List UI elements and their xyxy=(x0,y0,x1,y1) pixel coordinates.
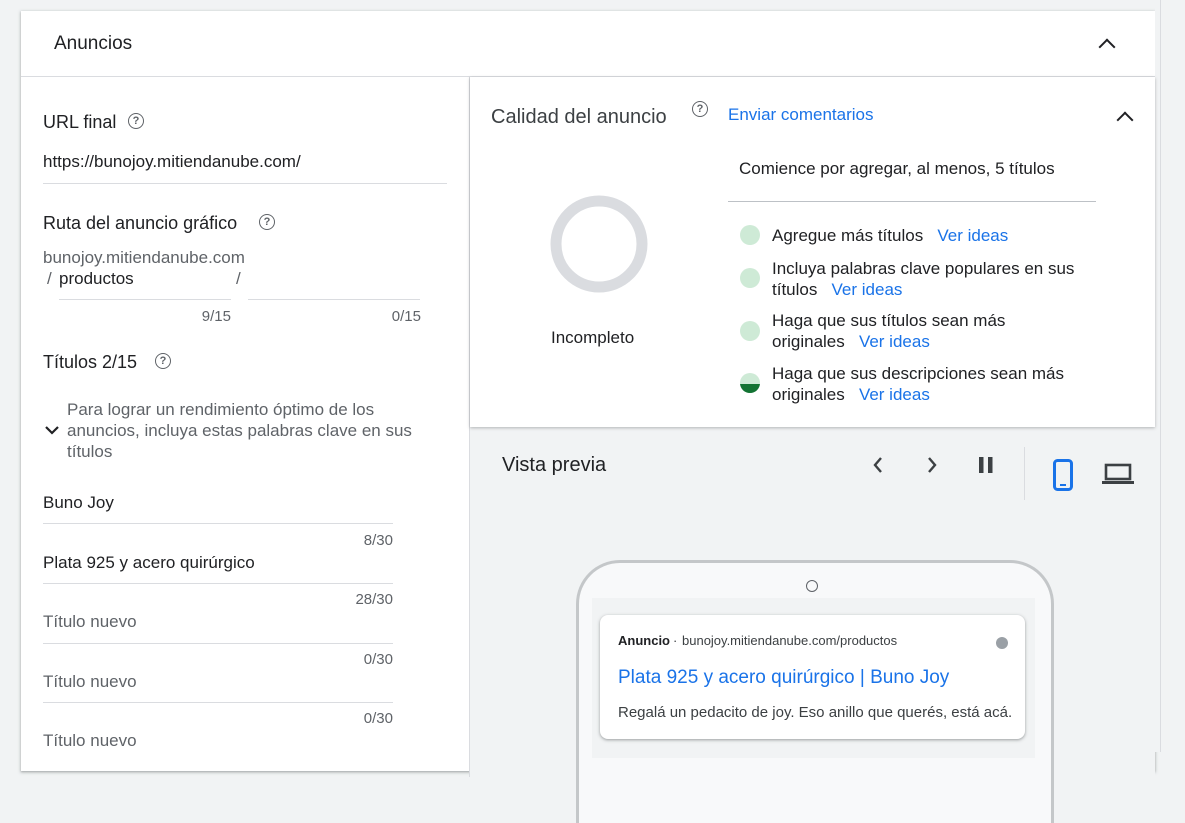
headline-input[interactable]: Título nuevo xyxy=(43,612,137,632)
preview-title: Vista previa xyxy=(502,454,607,476)
headline-input[interactable]: Título nuevo xyxy=(43,672,137,692)
headline-input[interactable]: Buno Joy xyxy=(43,493,114,513)
path1-input[interactable]: productos xyxy=(59,269,134,289)
send-feedback-link[interactable]: Enviar comentarios xyxy=(728,105,874,125)
help-icon[interactable]: ? xyxy=(128,113,144,129)
url-final-label: URL final xyxy=(43,112,117,132)
page-edge-line xyxy=(1160,0,1161,752)
quality-item: Agregue más títulos Ver ideas xyxy=(772,226,1009,245)
preview-controls-divider xyxy=(1024,447,1025,500)
url-final-underline xyxy=(43,183,447,184)
view-ideas-link[interactable]: Ver ideas xyxy=(859,385,930,404)
status-dot xyxy=(740,321,760,341)
headline-underline xyxy=(43,583,393,584)
status-dot xyxy=(740,268,760,288)
ad-strength-panel: Calidad del anuncio ? Enviar comentarios… xyxy=(470,77,1155,427)
path2-input[interactable] xyxy=(248,299,420,300)
headline-counter: 0/30 xyxy=(363,651,393,668)
url-final-input[interactable]: https://bunojoy.mitiendanube.com/ xyxy=(43,152,301,172)
headline-counter: 28/30 xyxy=(355,591,393,608)
chevron-up-icon xyxy=(1116,111,1134,129)
phone-camera xyxy=(806,580,818,592)
status-dot xyxy=(740,225,760,245)
ad-bullet: · xyxy=(673,633,678,648)
chevron-down-icon xyxy=(45,426,59,435)
ad-headline[interactable]: Plata 925 y acero quirúrgico | Buno Joy xyxy=(618,667,949,690)
headline-input[interactable]: Título nuevo xyxy=(43,731,137,751)
phone-screen: Anuncio · bunojoy.mitiendanube.com/produ… xyxy=(592,598,1035,758)
preview-panel: Vista previa Anuncio · bunojoy.mitiendan… xyxy=(470,427,1155,823)
phone-frame: Anuncio · bunojoy.mitiendanube.com/produ… xyxy=(576,560,1054,823)
path-separator: / xyxy=(47,269,52,288)
path1-counter: 9/15 xyxy=(201,308,231,325)
ad-description: Regalá un pedacito de joy. Eso anillo qu… xyxy=(618,704,1013,721)
view-ideas-link[interactable]: Ver ideas xyxy=(859,332,930,351)
info-icon[interactable] xyxy=(996,637,1008,649)
quality-divider xyxy=(728,201,1096,202)
help-icon[interactable]: ? xyxy=(692,101,708,117)
help-icon[interactable]: ? xyxy=(155,353,171,369)
desktop-device-icon[interactable] xyxy=(1102,463,1134,485)
keyword-suggestion-text: anuncios, incluya estas palabras clave e… xyxy=(67,421,412,440)
view-ideas-link[interactable]: Ver ideas xyxy=(937,226,1008,245)
headlines-label: Títulos 2/15 xyxy=(43,352,138,372)
collapse-quality-button[interactable] xyxy=(1110,103,1138,131)
help-icon[interactable]: ? xyxy=(259,214,275,230)
view-ideas-link[interactable]: Ver ideas xyxy=(832,280,903,299)
ad-strength-ring xyxy=(550,195,648,293)
display-path-domain: bunojoy.mitiendanube.com xyxy=(43,248,245,267)
quality-item: Incluya palabras clave populares en sus t… xyxy=(772,259,1075,299)
mobile-device-icon[interactable] xyxy=(1052,459,1074,491)
collapse-section-button[interactable] xyxy=(1091,29,1121,59)
ad-preview-card: Anuncio · bunojoy.mitiendanube.com/produ… xyxy=(600,615,1025,739)
headline-input[interactable]: Plata 925 y acero quirúrgico xyxy=(43,553,255,573)
path-separator: / xyxy=(236,269,241,288)
path2-counter: 0/15 xyxy=(391,308,421,325)
section-title: Anuncios xyxy=(54,33,133,54)
ad-strength-status: Incompleto xyxy=(551,328,635,347)
quality-item: Haga que sus títulos sean más originales … xyxy=(772,311,1006,351)
headline-underline xyxy=(43,643,393,644)
quality-intro: Comience por agregar, al menos, 5 título… xyxy=(739,159,1055,178)
quality-item: Haga que sus descripciones sean más origi… xyxy=(772,364,1064,404)
next-icon[interactable] xyxy=(926,456,938,474)
pause-icon[interactable] xyxy=(977,456,995,474)
status-dot-fill xyxy=(740,384,760,393)
ad-display-url: bunojoy.mitiendanube.com/productos xyxy=(682,633,898,648)
keyword-suggestion-text: Para lograr un rendimiento óptimo de los xyxy=(67,400,375,419)
ad-badge: Anuncio xyxy=(618,633,670,648)
keyword-suggestion-toggle[interactable]: Para lograr un rendimiento óptimo de los… xyxy=(41,399,421,465)
previous-icon[interactable] xyxy=(872,456,884,474)
status-dot xyxy=(740,373,760,393)
ad-strength-title: Calidad del anuncio xyxy=(491,106,667,128)
chevron-up-icon xyxy=(1098,38,1116,56)
display-path-label: Ruta del anuncio gráfico xyxy=(43,213,238,233)
headline-underline xyxy=(43,702,393,703)
headline-counter: 8/30 xyxy=(363,532,393,549)
ads-card: Anuncios URL final ? https://bunojoy.mit… xyxy=(21,11,1155,823)
path1-underline xyxy=(59,299,231,300)
keyword-suggestion-text: títulos xyxy=(67,442,113,461)
headline-counter: 0/30 xyxy=(363,710,393,727)
headline-underline xyxy=(43,523,393,524)
